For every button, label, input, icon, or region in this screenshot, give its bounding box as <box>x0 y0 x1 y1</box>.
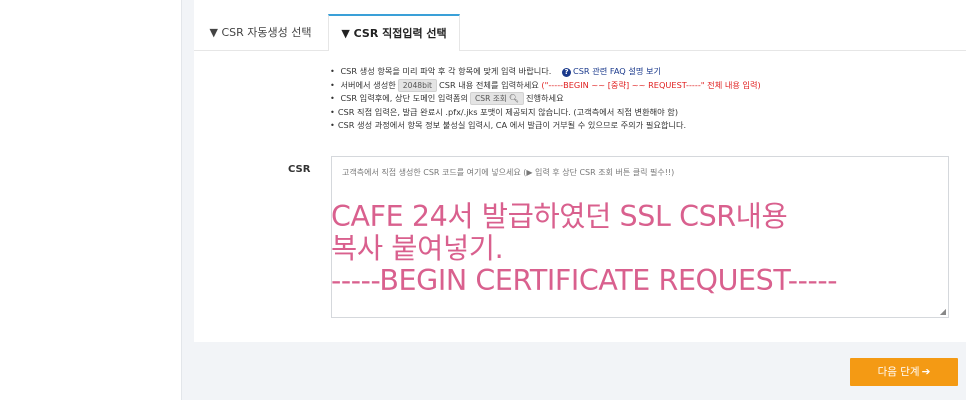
note-text: 서버에서 생성한 <box>340 79 396 90</box>
faq-link-label: CSR 관련 FAQ 설명 보기 <box>573 66 662 76</box>
faq-link[interactable]: ? CSR 관련 FAQ 설명 보기 <box>562 66 662 77</box>
annotation-line: 복사 붙여넣기. <box>331 232 504 265</box>
annotation-line: CAFE 24서 발급하였던 SSL CSR내용 <box>331 200 788 233</box>
resize-handle-icon[interactable]: ◢ <box>940 308 946 316</box>
csr-lookup-chip: CSR 조회 🔍︎ <box>470 92 524 106</box>
note-text: 진행하세요 <box>525 93 564 104</box>
note-text: CSR 생성 항목을 미리 파악 후 각 항목에 맞게 입력 바랍니다. <box>340 66 552 76</box>
warning-text: ("-----BEGIN ~~ [중략] ~~ REQUEST-----" 전체… <box>541 79 761 90</box>
csr-placeholder: 고객측에서 직접 생성한 CSR 코드를 여기에 넣으세요 (▶ 입력 후 상단… <box>342 168 675 177</box>
csr-lookup-chip-label: CSR 조회 <box>475 94 507 104</box>
list-item: CSR 생성 항목을 미리 파악 후 각 항목에 맞게 입력 바랍니다. ?CS… <box>330 65 950 79</box>
tab-csr-manual[interactable]: ▼ CSR 직접입력 선택 <box>328 14 460 51</box>
magnifier-icon: 🔍︎ <box>508 94 519 104</box>
instruction-list: CSR 생성 항목을 미리 파악 후 각 항목에 맞게 입력 바랍니다. ?CS… <box>330 65 950 133</box>
arrow-right-icon: ➔ <box>921 366 931 378</box>
tab-csr-auto[interactable]: ▼ CSR 자동생성 선택 <box>194 14 327 50</box>
note-text: CSR 생성 과정에서 항목 정보 불성실 입력시, CA 에서 발급이 거부될… <box>337 120 687 131</box>
list-item: CSR 입력후에, 상단 도메인 입력폼의CSR 조회🔍︎진행하세요 <box>330 92 950 106</box>
note-text: CSR 내용 전체를 입력하세요 <box>439 79 539 90</box>
note-text: CSR 직접 입력은, 발급 완료시 .pfx/.jks 포맷이 제공되지 않습… <box>337 106 679 117</box>
next-step-label: 다음 단계 <box>877 366 920 378</box>
note-text: CSR 입력후에, 상단 도메인 입력폼의 <box>340 93 468 104</box>
annotation-line: -----BEGIN CERTIFICATE REQUEST----- <box>331 264 838 297</box>
list-item: CSR 생성 과정에서 항목 정보 불성실 입력시, CA 에서 발급이 거부될… <box>330 119 950 133</box>
csr-label: CSR <box>288 164 311 175</box>
list-item: CSR 직접 입력은, 발급 완료시 .pfx/.jks 포맷이 제공되지 않습… <box>330 106 950 120</box>
question-circle-icon: ? <box>562 68 572 77</box>
bit-badge: 2048bit <box>397 78 438 92</box>
csr-textarea[interactable]: 고객측에서 직접 생성한 CSR 코드를 여기에 넣으세요 (▶ 입력 후 상단… <box>331 156 949 318</box>
left-sidebar <box>0 0 182 400</box>
csr-panel: ▼ CSR 자동생성 선택 ▼ CSR 직접입력 선택 CSR 생성 항목을 미… <box>194 0 966 342</box>
csr-tabs: ▼ CSR 자동생성 선택 ▼ CSR 직접입력 선택 <box>194 14 966 51</box>
list-item: 서버에서 생성한2048bitCSR 내용 전체를 입력하세요 ("-----B… <box>330 78 950 93</box>
csr-annotation: CAFE 24서 발급하였던 SSL CSR내용 복사 붙여넣기. -----B… <box>331 200 838 297</box>
next-step-button[interactable]: 다음 단계 ➔ <box>850 358 958 386</box>
